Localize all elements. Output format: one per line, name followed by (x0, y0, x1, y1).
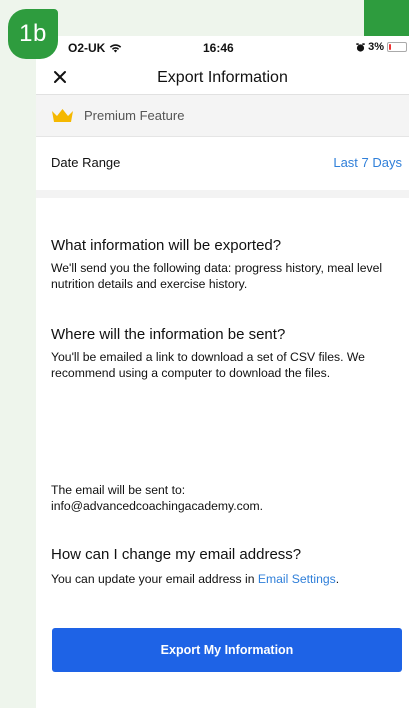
change-email-heading: How can I change my email address? (51, 546, 302, 563)
status-right: 3% (356, 41, 407, 53)
date-range-selector[interactable]: Last 7 Days (333, 155, 402, 170)
email-settings-link[interactable]: Email Settings (258, 572, 336, 586)
crown-icon (52, 108, 73, 122)
what-body: We'll send you the following data: progr… (51, 261, 383, 291)
step-badge: 1b (8, 9, 58, 59)
phone-screen: O2-UK 16:46 3% Export Information Premiu… (36, 36, 409, 708)
wifi-icon (110, 44, 122, 53)
email-notice-label: The email will be sent to: (51, 483, 186, 497)
date-range-row[interactable]: Date Range Last 7 Days (36, 137, 409, 198)
date-range-label: Date Range (51, 155, 121, 170)
export-my-information-button[interactable]: Export My Information (52, 628, 402, 672)
carrier-info: O2-UK (68, 41, 122, 55)
battery-percent: 3% (368, 41, 384, 53)
what-heading: What information will be exported? (51, 237, 282, 254)
premium-feature-banner: Premium Feature (36, 95, 409, 137)
battery-icon (387, 42, 407, 52)
status-bar: O2-UK 16:46 3% (36, 36, 409, 60)
page-title: Export Information (157, 69, 288, 86)
change-email-text: You can update your email address in (51, 572, 258, 586)
change-email-suffix: . (335, 572, 340, 586)
alarm-icon (356, 42, 365, 52)
where-body: You'll be emailed a link to download a s… (51, 350, 365, 380)
email-address: info@advancedcoachingacademy.com. (51, 499, 264, 513)
navigation-bar: Export Information (36, 60, 409, 95)
email-notice: The email will be sent to: info@advanced… (51, 482, 401, 514)
change-email-body: You can update your email address in Ema… (51, 571, 401, 587)
clock: 16:46 (203, 41, 234, 55)
carrier-name: O2-UK (68, 41, 106, 55)
corner-decoration (364, 0, 409, 38)
premium-feature-label: Premium Feature (84, 108, 185, 123)
where-heading: Where will the information be sent? (51, 326, 286, 343)
